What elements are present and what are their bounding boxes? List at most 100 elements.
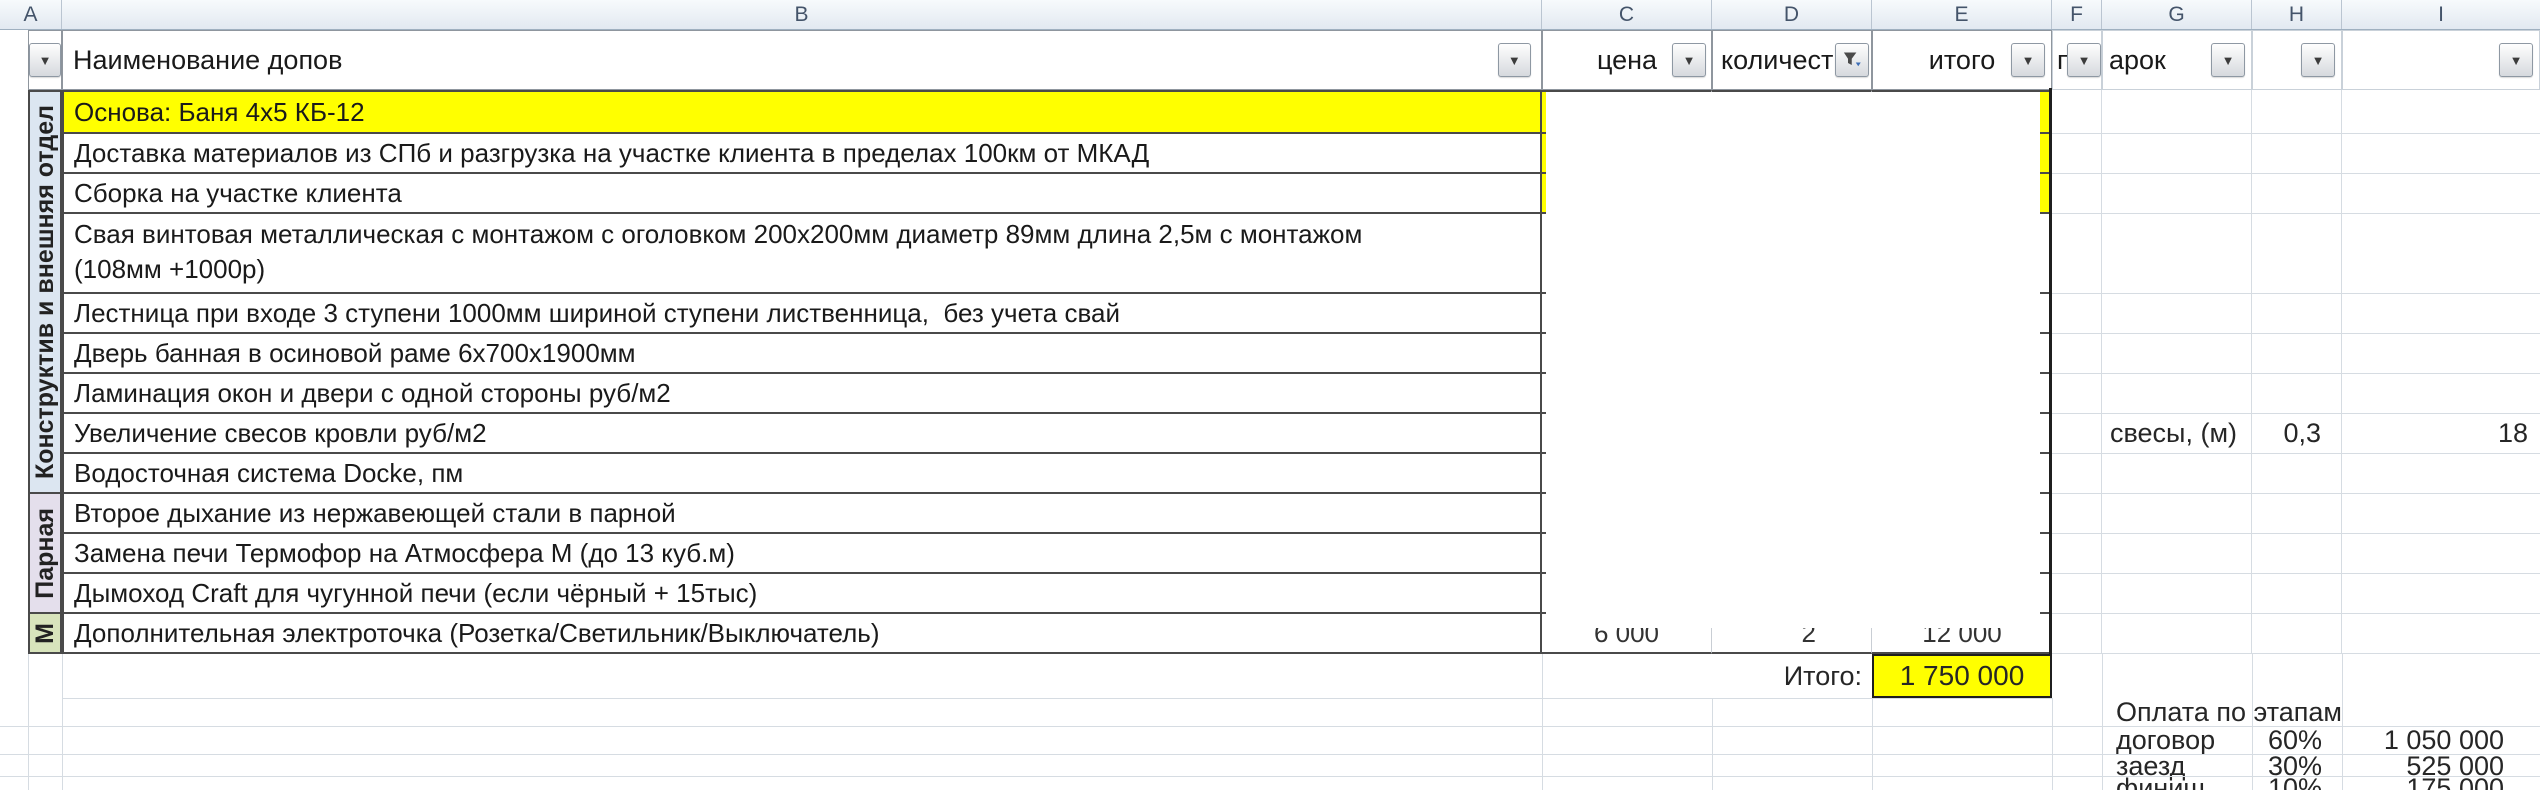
grid-cell[interactable] <box>2252 334 2342 374</box>
grid-cell[interactable] <box>2342 534 2540 574</box>
grid-cell[interactable] <box>2102 614 2252 654</box>
grid-cell[interactable] <box>2052 534 2102 574</box>
column-header-c[interactable]: C <box>1542 0 1712 29</box>
grid-cell[interactable] <box>2052 374 2102 414</box>
column-header-g[interactable]: G <box>2102 0 2252 29</box>
dropdown-arrow-icon: ▼ <box>1508 53 1521 68</box>
row-name-cell[interactable]: Ламинация окон и двери с одной стороны р… <box>62 374 1542 414</box>
grid-cell[interactable] <box>2342 90 2540 134</box>
stage-percent-cell[interactable]: 10% <box>2252 776 2342 790</box>
grid-cell[interactable] <box>2052 454 2102 494</box>
grid-cell[interactable] <box>2342 574 2540 614</box>
column-header-a[interactable]: A <box>0 0 62 29</box>
grid-cell[interactable] <box>2052 294 2102 334</box>
grid-cell[interactable] <box>2102 574 2252 614</box>
grid-cell[interactable] <box>2052 134 2102 174</box>
filter-funnel-button[interactable] <box>1835 43 1869 77</box>
grid-cell[interactable] <box>2052 174 2102 214</box>
eaves-extra-cell[interactable]: 18 <box>2342 414 2540 454</box>
grid-cell[interactable] <box>2102 90 2252 134</box>
grid-cell[interactable] <box>2102 294 2252 334</box>
filter-dropdown-button[interactable]: ▼ <box>2301 43 2335 77</box>
filter-cell-a[interactable]: ▼ <box>28 30 62 90</box>
grid-cell[interactable] <box>2342 374 2540 414</box>
grid-cell[interactable] <box>2252 174 2342 214</box>
filter-dropdown-button[interactable]: ▼ <box>2211 43 2245 77</box>
filter-cell-total[interactable]: итого ▼ <box>1872 30 2052 90</box>
column-header-b[interactable]: B <box>62 0 1542 29</box>
filter-cell-quantity[interactable]: количеств <box>1712 30 1872 90</box>
grid-cell[interactable] <box>2052 334 2102 374</box>
row-name-cell[interactable]: Свая винтовая металлическая с монтажом с… <box>62 214 1542 294</box>
grand-total-label-cell[interactable]: Итого: <box>1712 654 1872 698</box>
grid-cell[interactable] <box>2102 534 2252 574</box>
grid-cell[interactable] <box>2102 214 2252 294</box>
grid-cell[interactable] <box>2102 134 2252 174</box>
filter-dropdown-button[interactable]: ▼ <box>2067 43 2101 77</box>
grid-cell[interactable] <box>2342 214 2540 294</box>
filter-cell-name[interactable]: Наименование допов ▼ <box>62 30 1542 90</box>
column-header-h[interactable]: H <box>2252 0 2342 29</box>
row-name-cell[interactable]: Увеличение свесов кровли руб/м2 <box>62 414 1542 454</box>
row-name-cell[interactable]: Дополнительная электроточка (Розетка/Све… <box>62 614 1542 654</box>
grid-cell[interactable] <box>2342 134 2540 174</box>
grid-cell[interactable] <box>2252 134 2342 174</box>
row-name-cell[interactable]: Замена печи Термофор на Атмосфера М (до … <box>62 534 1542 574</box>
filter-cell-g[interactable]: арок ▼ <box>2102 30 2252 90</box>
stage-amount-cell[interactable]: 175 000 <box>2342 776 2540 790</box>
grid-cell[interactable] <box>2252 494 2342 534</box>
grid-cell[interactable] <box>2342 494 2540 534</box>
filter-dropdown-button[interactable]: ▼ <box>1498 43 1531 77</box>
grid-cell[interactable] <box>2102 174 2252 214</box>
column-header-d[interactable]: D <box>1712 0 1872 29</box>
column-header-f[interactable]: F <box>2052 0 2102 29</box>
grid-cell[interactable] <box>2252 614 2342 654</box>
filter-cell-gift[interactable]: п ▼ <box>2052 30 2102 90</box>
filter-cell-price[interactable]: цена ▼ <box>1542 30 1712 90</box>
grid-cell[interactable] <box>2252 294 2342 334</box>
filter-dropdown-button[interactable]: ▼ <box>2011 43 2045 77</box>
grid-cell[interactable] <box>2342 334 2540 374</box>
row-name-cell[interactable]: Водосточная система Docke, пм <box>62 454 1542 494</box>
row-name-cell[interactable]: Дверь банная в осиновой раме 6х700х1900м… <box>62 334 1542 374</box>
grid-cell[interactable] <box>2252 214 2342 294</box>
row-name-cell[interactable]: Сборка на участке клиента <box>62 174 1542 214</box>
grid-cell[interactable] <box>2342 294 2540 334</box>
filter-dropdown-button[interactable]: ▼ <box>1672 43 1706 77</box>
eaves-label-cell[interactable]: свесы, (м) <box>2102 414 2252 454</box>
grid-cell[interactable] <box>2252 374 2342 414</box>
row-name-cell[interactable]: Дымоход Craft для чугунной печи (если чё… <box>62 574 1542 614</box>
grid-cell[interactable] <box>2052 614 2102 654</box>
grid-cell[interactable] <box>2102 334 2252 374</box>
row-name-cell[interactable]: Основа: Баня 4х5 КБ-12 <box>62 90 1542 134</box>
grid-cell[interactable] <box>2052 494 2102 534</box>
grid-cell[interactable] <box>2342 614 2540 654</box>
stage-name-cell[interactable]: финиш <box>2116 776 2252 790</box>
grid-cell[interactable] <box>2342 174 2540 214</box>
filter-cell-h[interactable]: ▼ <box>2252 30 2342 90</box>
grid-cell[interactable] <box>2252 454 2342 494</box>
column-header-i[interactable]: I <box>2342 0 2540 29</box>
grand-total-value-cell[interactable]: 1 750 000 <box>1872 654 2052 698</box>
grid-cell[interactable] <box>2342 454 2540 494</box>
grid-cell[interactable] <box>2102 454 2252 494</box>
filter-dropdown-button[interactable]: ▼ <box>29 43 61 77</box>
eaves-value-cell[interactable]: 0,3 <box>2252 414 2342 454</box>
grid-cell[interactable] <box>2102 374 2252 414</box>
column-header-e[interactable]: E <box>1872 0 2052 29</box>
grid-cell[interactable] <box>2052 214 2102 294</box>
row-name-cell[interactable]: Второе дыхание из нержавеющей стали в па… <box>62 494 1542 534</box>
filter-cell-i[interactable]: ▼ <box>2342 30 2540 90</box>
grid-cell[interactable] <box>2052 90 2102 134</box>
payment-title[interactable]: Оплата по этапам <box>2116 698 2416 726</box>
grid-cell[interactable] <box>2252 90 2342 134</box>
grid-cell[interactable] <box>2252 574 2342 614</box>
grid-cell[interactable] <box>2252 534 2342 574</box>
row-name-cell[interactable]: Лестница при входе 3 ступени 1000мм шири… <box>62 294 1542 334</box>
filter-dropdown-button[interactable]: ▼ <box>2499 43 2533 77</box>
grid-cell[interactable] <box>2052 574 2102 614</box>
grid-cell[interactable] <box>2052 414 2102 454</box>
row-name-cell[interactable]: Доставка материалов из СПб и разгрузка н… <box>62 134 1542 174</box>
grid-cell[interactable] <box>2102 494 2252 534</box>
gridline <box>62 654 63 790</box>
